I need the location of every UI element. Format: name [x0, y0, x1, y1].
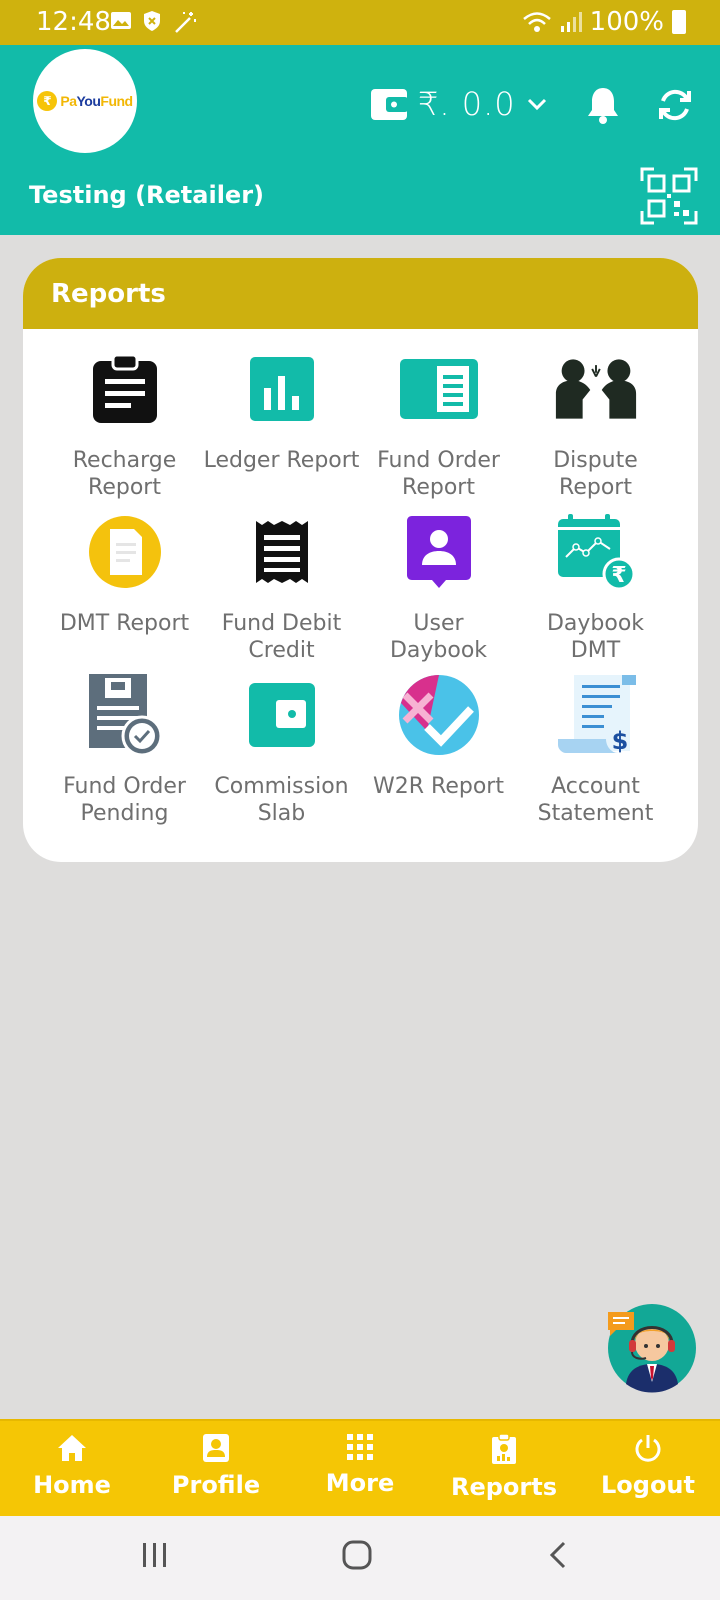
svg-text:$: $: [611, 727, 628, 755]
system-nav-bar: [0, 1516, 720, 1600]
signal-icon: [560, 12, 582, 32]
shield-icon: [144, 11, 160, 31]
gallery-icon: [111, 12, 131, 29]
reports-card-title: Reports: [23, 258, 698, 329]
nav-home[interactable]: Home: [0, 1421, 144, 1516]
report-tile-user-daybook[interactable]: User Daybook: [360, 510, 517, 673]
power-icon: [635, 1435, 661, 1462]
battery-percent: 100%: [589, 7, 664, 37]
calendar-rupee-icon: ₹: [554, 510, 638, 594]
dispute-people-icon: [554, 347, 638, 431]
tile-label: Account Statement: [537, 774, 654, 826]
notification-bell-icon[interactable]: [585, 85, 621, 125]
report-tile-w2r[interactable]: W2R Report: [360, 673, 517, 836]
logo-text: PaYouFund: [60, 93, 133, 109]
nav-label: Home: [33, 1471, 111, 1499]
report-tile-fund-debit-credit[interactable]: Fund Debit Credit: [203, 510, 360, 673]
tile-label: Daybook DMT: [546, 611, 645, 663]
wallet-icon: [240, 673, 324, 757]
app-header: ₹ PaYouFund ₹. 0.0 Testing (Retailer): [0, 45, 720, 235]
report-tile-dmt[interactable]: DMT Report: [46, 510, 203, 673]
receipt-icon: [240, 510, 324, 594]
status-time: 12:48: [36, 7, 111, 37]
report-tile-daybook-dmt[interactable]: ₹ Daybook DMT: [517, 510, 674, 673]
tile-label: Fund Order Pending: [63, 774, 186, 826]
support-agent-button[interactable]: [606, 1302, 698, 1394]
grid-icon: [347, 1434, 373, 1460]
nav-label: Reports: [450, 1473, 558, 1501]
bar-chart-icon: [240, 347, 324, 431]
pending-document-icon: [83, 673, 167, 757]
wallet-balance-dropdown[interactable]: ₹. 0.0: [370, 85, 548, 123]
support-agent-icon: [608, 1304, 696, 1393]
notification-icons: [110, 10, 198, 34]
svg-text:₹: ₹: [611, 563, 626, 588]
report-tile-ledger[interactable]: Ledger Report: [203, 347, 360, 510]
clipboard-icon: [83, 347, 167, 431]
tile-label: User Daybook: [389, 611, 488, 663]
battery-icon: [672, 10, 686, 34]
wallet-icon: [371, 89, 408, 120]
recent-apps-icon[interactable]: [140, 1540, 170, 1570]
home-button-icon[interactable]: [341, 1540, 373, 1570]
status-right: 100%: [522, 7, 686, 37]
user-label: Testing (Retailer): [29, 181, 264, 209]
profile-icon: [203, 1434, 229, 1462]
report-tile-fund-order-pending[interactable]: Fund Order Pending: [46, 673, 203, 836]
statement-scroll-icon: $: [554, 673, 638, 757]
home-icon: [58, 1435, 86, 1461]
tile-label: Dispute Report: [553, 448, 638, 500]
nav-label: More: [325, 1469, 395, 1497]
nav-label: Profile: [171, 1471, 261, 1499]
report-tile-recharge[interactable]: Recharge Report: [46, 347, 203, 510]
report-tile-dispute[interactable]: Dispute Report: [517, 347, 674, 510]
wallet-amount: ₹. 0.0: [418, 85, 516, 123]
tile-label: DMT Report: [59, 611, 190, 636]
nav-profile[interactable]: Profile: [144, 1421, 288, 1516]
chevron-down-icon: [527, 98, 546, 111]
app-logo: ₹ PaYouFund: [33, 49, 137, 153]
nav-label: Logout: [600, 1471, 695, 1499]
tile-label: Fund Debit Credit: [221, 611, 342, 663]
refresh-icon[interactable]: [655, 85, 695, 125]
nav-more[interactable]: More: [288, 1421, 432, 1516]
tile-label: Fund Order Report: [377, 448, 500, 500]
rupee-coin-icon: ₹: [37, 91, 58, 111]
user-badge-icon: [397, 510, 481, 594]
qr-code-icon[interactable]: [640, 167, 698, 225]
report-tile-fund-order[interactable]: Fund Order Report: [360, 347, 517, 510]
tile-label: Commission Slab: [214, 774, 349, 826]
status-bar: 12:48 100%: [0, 0, 720, 45]
check-cross-icon: [397, 673, 481, 757]
report-tile-account-statement[interactable]: $ Account Statement: [517, 673, 674, 836]
report-clipboard-icon: [492, 1433, 516, 1464]
document-icon: [397, 347, 481, 431]
wifi-icon: [522, 12, 551, 32]
tile-label: Ledger Report: [203, 448, 360, 473]
reports-card: Reports Recharge Report Ledger Report Fu…: [23, 258, 698, 862]
back-icon[interactable]: [546, 1540, 570, 1570]
report-tile-commission-slab[interactable]: Commission Slab: [203, 673, 360, 836]
bottom-nav: Home Profile More Reports Logout: [0, 1419, 720, 1516]
tile-label: Recharge Report: [72, 448, 177, 500]
tile-label: W2R Report: [373, 774, 504, 799]
nav-logout[interactable]: Logout: [576, 1421, 720, 1516]
nav-reports[interactable]: Reports: [432, 1421, 576, 1516]
reports-grid: Recharge Report Ledger Report Fund Order…: [46, 347, 674, 836]
paper-circle-icon: [83, 510, 167, 594]
magic-wand-icon: [175, 12, 196, 33]
